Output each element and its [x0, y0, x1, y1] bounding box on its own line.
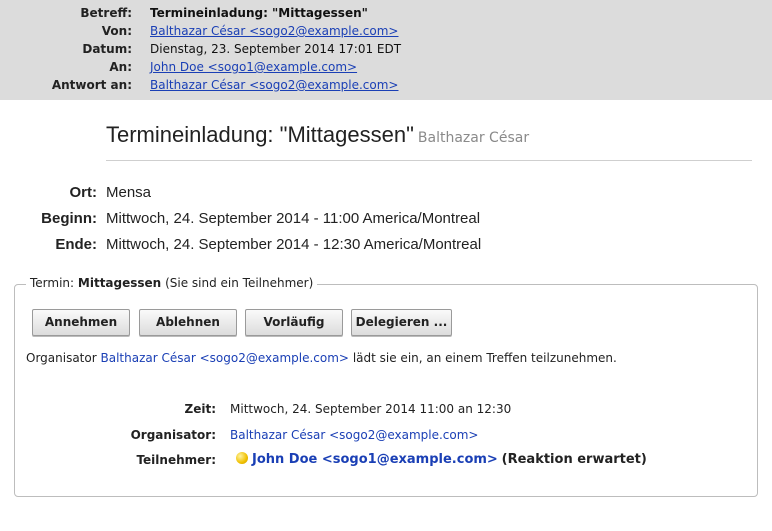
message-prefix: Organisator: [26, 351, 97, 365]
legend-prefix: Termin:: [30, 276, 75, 290]
message-header: Betreff: Termineinladung: "Mittagessen" …: [0, 0, 772, 100]
delegate-button[interactable]: Delegieren ...: [351, 309, 452, 336]
organizer-label: Organisator:: [130, 428, 216, 442]
event-title: Termineinladung: "Mittagessen": [106, 122, 414, 147]
accept-button[interactable]: Annehmen: [32, 309, 130, 336]
reply-to-link[interactable]: Balthazar César <sogo2@example.com>: [150, 78, 399, 92]
end-label: Ende:: [55, 236, 97, 253]
attendees-label: Teilnehmer:: [136, 453, 216, 467]
date-value: Dienstag, 23. September 2014 17:01 EDT: [150, 42, 402, 56]
time-value: Mittwoch, 24. September 2014 11:00 an 12…: [230, 402, 512, 416]
legend-suffix: (Sie sind ein Teilnehmer): [165, 276, 314, 290]
attendee-status: (Reaktion erwartet): [501, 452, 647, 467]
start-value: Mittwoch, 24. September 2014 - 11:00 Ame…: [106, 210, 481, 227]
from-link[interactable]: Balthazar César <sogo2@example.com>: [150, 24, 399, 38]
from-label: Von:: [101, 24, 132, 38]
to-link[interactable]: John Doe <sogo1@example.com>: [150, 60, 357, 74]
subject-value: Termineinladung: "Mittagessen": [150, 6, 368, 20]
legend-event-name: Mittagessen: [77, 276, 162, 290]
organizer-link[interactable]: Balthazar César <sogo2@example.com>: [230, 428, 479, 442]
start-label: Beginn:: [41, 210, 97, 227]
invitation-legend: Termin: Mittagessen (Sie sind ein Teilne…: [26, 276, 318, 290]
yellow-circle-icon: [236, 452, 248, 464]
subject-label: Betreff:: [80, 6, 132, 20]
message-suffix: lädt sie ein, an einem Treffen teilzuneh…: [352, 351, 617, 365]
tentative-button[interactable]: Vorläufig: [245, 309, 343, 336]
event-title-block: Termineinladung: "Mittagessen" Balthazar …: [106, 122, 752, 161]
to-label: An:: [109, 60, 132, 74]
time-label: Zeit:: [184, 402, 217, 416]
attendee-entry: John Doe <sogo1@example.com> (Reaktion e…: [236, 452, 647, 467]
reply-to-label: Antwort an:: [51, 78, 132, 92]
location-label: Ort:: [69, 184, 98, 201]
date-label: Datum:: [82, 42, 132, 56]
decline-button[interactable]: Ablehnen: [139, 309, 237, 336]
invitation-message: Organisator Balthazar César <sogo2@examp…: [26, 351, 617, 365]
message-organizer-link[interactable]: Balthazar César <sogo2@example.com>: [101, 351, 350, 365]
event-organizer-name: Balthazar César: [417, 130, 530, 146]
location-value: Mensa: [106, 184, 152, 201]
end-value: Mittwoch, 24. September 2014 - 12:30 Ame…: [106, 236, 482, 253]
attendee-name-link[interactable]: John Doe <sogo1@example.com>: [252, 452, 498, 467]
